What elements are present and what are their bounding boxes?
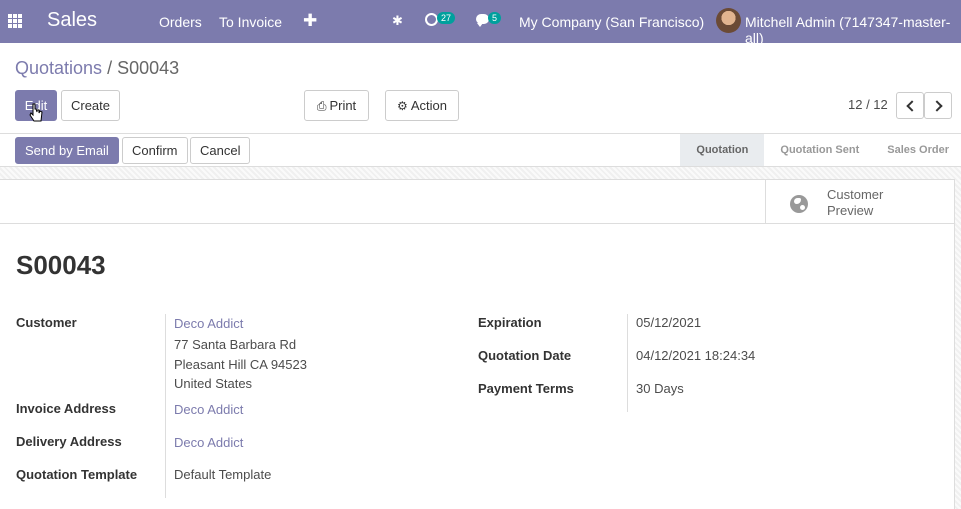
company-switcher[interactable]: My Company (San Francisco) xyxy=(519,14,704,30)
user-menu[interactable]: Mitchell Admin (7147347-master-all) xyxy=(745,14,961,46)
customer-link[interactable]: Deco Addict xyxy=(174,316,243,331)
expiration-value: 05/12/2021 xyxy=(636,315,702,330)
quick-create-icon[interactable]: ✚ xyxy=(303,11,317,31)
app-brand[interactable]: Sales xyxy=(47,9,97,32)
address-line2: Pleasant Hill CA 94523 xyxy=(174,357,307,372)
mouse-cursor-icon xyxy=(29,103,43,122)
quotation-template-label: Quotation Template xyxy=(16,467,138,482)
print-label: Print xyxy=(329,98,357,113)
top-navbar: Sales Orders To Invoice ✚ ✱ 27 5 My Comp… xyxy=(0,0,961,46)
customer-preview-label: Customer Preview xyxy=(827,187,883,219)
status-stages: Quotation Quotation Sent Sales Order xyxy=(680,134,961,166)
delivery-address-link[interactable]: Deco Addict xyxy=(174,435,243,450)
breadcrumb: Quotations / S00043 xyxy=(15,58,179,79)
messages-icon[interactable] xyxy=(476,14,489,27)
stage-sales-order[interactable]: Sales Order xyxy=(871,134,961,166)
gear-icon: ⚙ xyxy=(397,99,408,113)
customer-preview-button[interactable]: Customer Preview xyxy=(765,180,955,224)
cancel-button[interactable]: Cancel xyxy=(190,137,251,164)
stage-quotation: Quotation xyxy=(680,134,765,166)
menu-to-invoice[interactable]: To Invoice xyxy=(219,14,282,30)
button-box: Customer Preview xyxy=(0,180,955,224)
pager-next-button[interactable] xyxy=(924,92,952,119)
activity-icon[interactable] xyxy=(425,13,438,26)
send-by-email-button[interactable]: Send by Email xyxy=(15,137,119,164)
preview-line2: Preview xyxy=(827,203,874,218)
print-icon: ⎙ xyxy=(316,99,327,113)
quotation-template-value: Default Template xyxy=(174,467,272,482)
left-group-divider xyxy=(165,314,166,498)
status-bar: Send by Email Confirm Cancel Quotation Q… xyxy=(0,133,961,167)
customer-label: Customer xyxy=(16,315,77,330)
form-sheet: Customer Preview S00043 Customer Deco Ad… xyxy=(0,179,955,509)
action-button[interactable]: ⚙ Action xyxy=(385,90,459,121)
app-menu-icon[interactable] xyxy=(8,14,22,28)
payment-terms-value: 30 Days xyxy=(636,381,684,396)
user-avatar[interactable] xyxy=(716,8,741,33)
quotation-date-value: 04/12/2021 18:24:34 xyxy=(636,348,756,363)
order-title: S00043 xyxy=(16,250,106,280)
quotation-date-label: Quotation Date xyxy=(478,348,572,363)
breadcrumb-quotations[interactable]: Quotations xyxy=(15,58,102,78)
preview-line1: Customer xyxy=(827,187,884,202)
action-label: Action xyxy=(410,98,447,113)
address-line3: United States xyxy=(174,376,253,391)
address-line1: 77 Santa Barbara Rd xyxy=(174,337,297,352)
menu-orders[interactable]: Orders xyxy=(159,14,202,30)
create-button[interactable]: Create xyxy=(61,90,120,121)
pager-previous-button[interactable] xyxy=(896,92,924,119)
right-group-divider xyxy=(627,314,628,412)
activity-count-badge: 27 xyxy=(437,12,456,24)
payment-terms-label: Payment Terms xyxy=(478,381,574,396)
expiration-label: Expiration xyxy=(478,315,542,330)
confirm-button[interactable]: Confirm xyxy=(122,137,188,164)
delivery-address-label: Delivery Address xyxy=(16,434,122,449)
pager-value[interactable]: 12 / 12 xyxy=(848,97,888,112)
breadcrumb-current: S00043 xyxy=(117,58,180,78)
print-button[interactable]: ⎙ Print xyxy=(304,90,369,121)
debug-icon[interactable]: ✱ xyxy=(392,13,403,29)
invoice-address-link[interactable]: Deco Addict xyxy=(174,402,243,417)
invoice-address-label: Invoice Address xyxy=(16,401,116,416)
globe-icon xyxy=(790,195,808,213)
message-count-badge: 5 xyxy=(488,12,502,24)
breadcrumb-separator: / xyxy=(107,58,113,78)
stage-quotation-sent[interactable]: Quotation Sent xyxy=(764,134,871,166)
